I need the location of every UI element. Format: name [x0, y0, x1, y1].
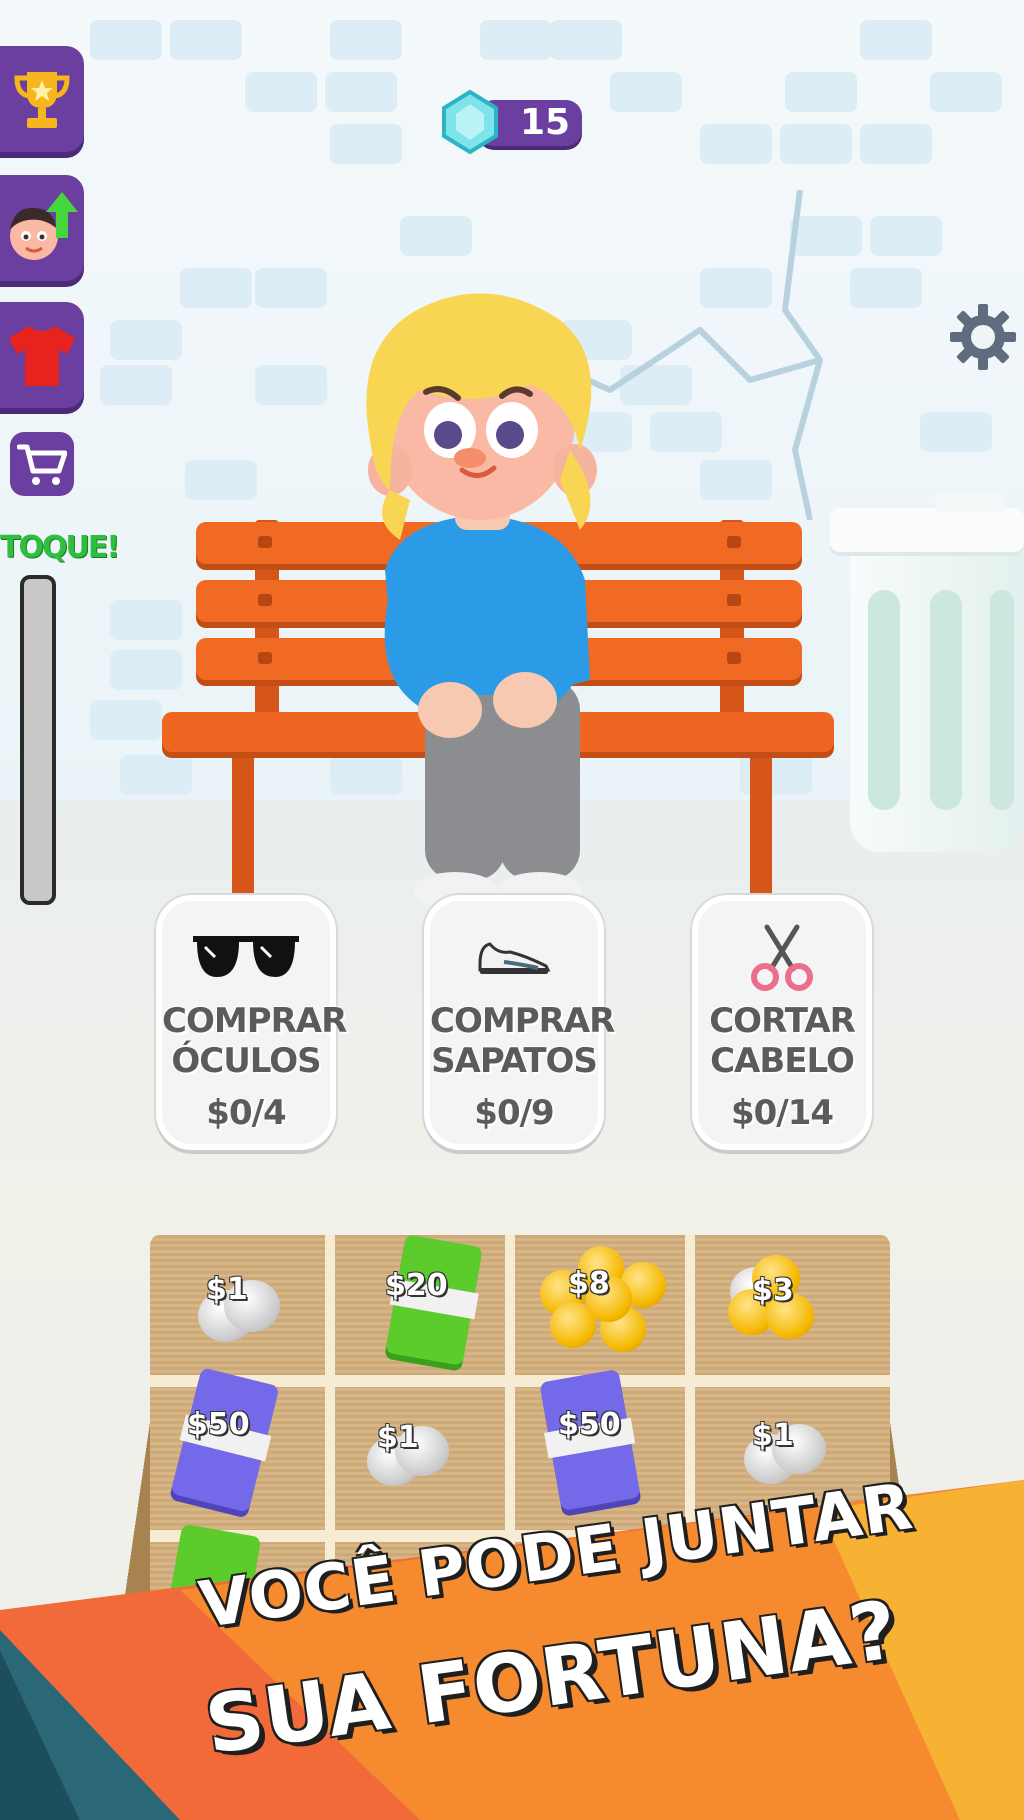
money-cell[interactable]: $20 — [355, 1234, 525, 1380]
cart-icon — [17, 444, 67, 485]
card-label-line2: ÓCULOS — [171, 1041, 321, 1081]
card-label: CORTAR CABELO — [698, 1001, 866, 1081]
card-price: $0/4 — [206, 1093, 286, 1133]
money-value: $8 — [568, 1266, 610, 1301]
scissors-icon — [751, 924, 813, 991]
tap-meter — [20, 575, 56, 905]
card-label: COMPRAR ÓCULOS — [162, 1001, 347, 1081]
sneaker-icon — [478, 942, 551, 974]
card-label-line2: SAPATOS — [431, 1041, 598, 1081]
money-value: $1 — [377, 1420, 419, 1455]
card-label-line1: COMPRAR — [162, 1001, 347, 1041]
card-label-line2: CABELO — [710, 1041, 855, 1081]
diamond-gem-icon — [442, 89, 498, 155]
character-upgrade-icon — [10, 192, 78, 260]
outfit-button[interactable] — [0, 302, 84, 408]
character-upgrade-button[interactable] — [0, 175, 84, 281]
money-cell[interactable]: $3 — [710, 1245, 880, 1385]
buy-sunglasses-card[interactable]: COMPRAR ÓCULOS $0/4 — [156, 895, 347, 1150]
haircut-card[interactable]: CORTAR CABELO $0/14 — [692, 895, 872, 1150]
trophy-icon — [14, 72, 70, 128]
shirt-icon — [9, 326, 75, 386]
shop-button[interactable] — [10, 432, 74, 496]
tap-prompt-label: TOQUE! — [0, 530, 120, 565]
money-cell[interactable]: $8 — [530, 1240, 700, 1380]
buy-shoes-card[interactable]: COMPRAR SAPATOS $0/9 — [424, 895, 615, 1150]
player-character[interactable] — [330, 290, 630, 940]
money-value: $50 — [187, 1407, 250, 1442]
card-label-line1: COMPRAR — [430, 1001, 615, 1041]
card-label-line1: CORTAR — [709, 1001, 856, 1041]
sunglasses-icon — [193, 936, 299, 977]
money-value: $3 — [752, 1273, 794, 1308]
money-value: $1 — [752, 1418, 794, 1453]
gear-icon[interactable] — [948, 302, 1018, 372]
money-value: $1 — [206, 1272, 248, 1307]
money-value: $50 — [558, 1407, 621, 1442]
gem-count: 15 — [519, 102, 571, 143]
card-price: $0/9 — [474, 1093, 554, 1133]
money-value: $20 — [385, 1268, 448, 1303]
card-price: $0/14 — [730, 1093, 834, 1133]
leaderboard-button[interactable] — [0, 46, 84, 152]
game-scene[interactable]: 15 TOQUE! COMPRAR ÓCULOS $0/4 COMPRAR SA… — [0, 0, 1024, 1820]
card-label: COMPRAR SAPATOS — [430, 1001, 615, 1081]
